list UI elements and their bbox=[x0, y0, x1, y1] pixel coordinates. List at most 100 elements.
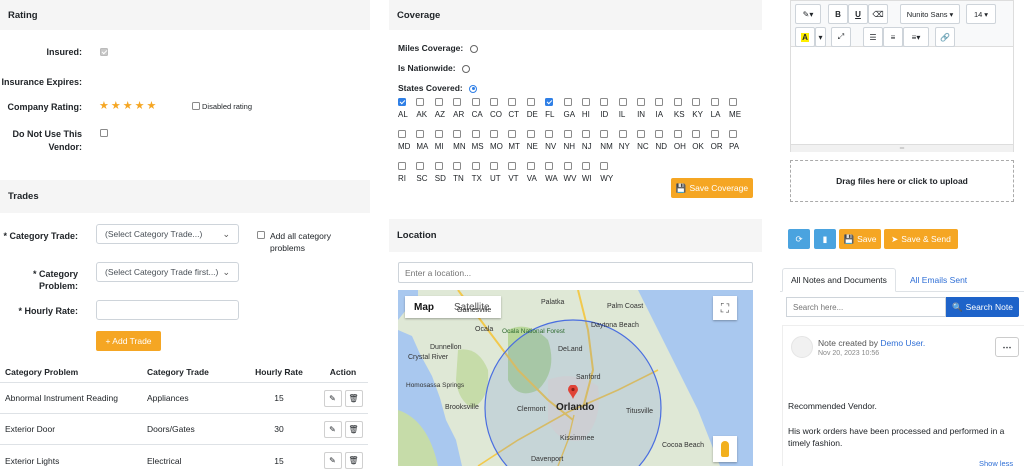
fullscreen-editor-button[interactable]: ⤢ bbox=[831, 27, 851, 47]
states-covered-radio[interactable] bbox=[469, 84, 478, 93]
state-checkbox[interactable] bbox=[398, 162, 406, 170]
tab-all-notes[interactable]: All Notes and Documents bbox=[782, 268, 896, 292]
delete-button[interactable]: 🗑 bbox=[344, 389, 363, 407]
state-checkbox[interactable] bbox=[600, 98, 609, 106]
state-checkbox[interactable] bbox=[563, 130, 572, 138]
state-checkbox[interactable] bbox=[416, 162, 425, 170]
link-button[interactable]: 🔗 bbox=[935, 27, 955, 47]
state-checkbox[interactable] bbox=[526, 130, 535, 138]
star-icon[interactable]: ★ bbox=[135, 99, 145, 112]
state-checkbox[interactable] bbox=[563, 162, 572, 170]
miles-coverage-radio[interactable] bbox=[469, 44, 478, 53]
underline-button[interactable]: U bbox=[848, 4, 868, 24]
text-color-button[interactable]: A bbox=[795, 27, 815, 47]
state-checkbox[interactable] bbox=[526, 98, 535, 106]
location-input[interactable] bbox=[398, 262, 753, 283]
state-checkbox[interactable] bbox=[508, 98, 517, 106]
state-checkbox[interactable] bbox=[581, 162, 590, 170]
show-less-link[interactable]: Show less bbox=[979, 459, 1013, 468]
add-trade-button[interactable]: + Add Trade bbox=[96, 331, 161, 351]
save-coverage-button[interactable]: 💾 Save Coverage bbox=[671, 178, 753, 198]
state-checkbox[interactable] bbox=[526, 162, 535, 170]
text-color-dropdown[interactable]: ▾ bbox=[815, 27, 826, 47]
state-checkbox[interactable] bbox=[692, 98, 701, 106]
state-checkbox[interactable] bbox=[673, 130, 682, 138]
star-icon[interactable]: ★ bbox=[123, 99, 133, 112]
state-checkbox[interactable] bbox=[416, 130, 425, 138]
map-tab[interactable]: Map bbox=[405, 296, 443, 318]
bullet-list-button[interactable]: ☰ bbox=[863, 27, 883, 47]
category-trade-select[interactable]: (Select Category Trade...) ⌄ bbox=[96, 224, 239, 244]
map-marker-icon[interactable] bbox=[568, 384, 578, 399]
font-size-select[interactable]: 14 ▾ bbox=[966, 4, 996, 24]
state-checkbox[interactable] bbox=[434, 130, 443, 138]
state-checkbox[interactable] bbox=[434, 162, 443, 170]
street-view-button[interactable] bbox=[713, 436, 737, 462]
edit-button[interactable]: ✎ bbox=[323, 389, 342, 407]
do-not-use-checkbox[interactable] bbox=[100, 129, 108, 137]
tab-all-emails[interactable]: All Emails Sent bbox=[910, 268, 967, 292]
state-checkbox[interactable] bbox=[545, 162, 554, 170]
state-checkbox[interactable] bbox=[416, 98, 425, 106]
state-checkbox[interactable] bbox=[600, 130, 609, 138]
state-checkbox[interactable] bbox=[545, 130, 554, 138]
save-button[interactable]: 💾 Save bbox=[839, 229, 881, 249]
file-drop-zone[interactable]: Drag files here or click to upload bbox=[790, 160, 1014, 202]
state-checkbox[interactable] bbox=[637, 130, 646, 138]
magic-format-button[interactable]: ✎▾ bbox=[795, 4, 821, 24]
state-checkbox[interactable] bbox=[434, 98, 443, 106]
star-icon[interactable]: ★ bbox=[111, 99, 121, 112]
state-checkbox[interactable] bbox=[600, 162, 609, 170]
state-checkbox[interactable] bbox=[710, 98, 719, 106]
insured-checkbox[interactable] bbox=[100, 48, 108, 56]
note-author-link[interactable]: Demo User. bbox=[880, 338, 925, 348]
state-checkbox[interactable] bbox=[471, 130, 480, 138]
state-checkbox[interactable] bbox=[508, 162, 517, 170]
edit-button[interactable]: ✎ bbox=[323, 420, 342, 438]
category-problem-select[interactable]: (Select Category Trade first...) ⌄ bbox=[96, 262, 239, 282]
state-checkbox[interactable] bbox=[398, 130, 406, 138]
state-checkbox[interactable] bbox=[453, 162, 462, 170]
state-checkbox[interactable] bbox=[545, 98, 554, 106]
state-checkbox[interactable] bbox=[618, 98, 627, 106]
nationwide-radio[interactable] bbox=[462, 64, 470, 73]
notes-search-input[interactable] bbox=[786, 297, 946, 317]
disabled-rating-checkbox[interactable] bbox=[192, 102, 200, 110]
hourly-rate-input[interactable] bbox=[96, 300, 239, 320]
star-rating[interactable]: ★ ★ ★ ★ ★ bbox=[99, 99, 156, 112]
state-checkbox[interactable] bbox=[581, 130, 590, 138]
state-checkbox[interactable] bbox=[489, 130, 498, 138]
state-checkbox[interactable] bbox=[692, 130, 701, 138]
state-checkbox[interactable] bbox=[729, 130, 738, 138]
delete-button[interactable]: 🗑 bbox=[344, 452, 363, 469]
refresh-button[interactable]: ⟳ bbox=[788, 229, 810, 249]
map-view[interactable]: Map Satellite ⛶ Gainesville Palatka Ocal… bbox=[398, 290, 753, 466]
state-checkbox[interactable] bbox=[453, 98, 462, 106]
state-checkbox[interactable] bbox=[637, 98, 646, 106]
search-note-button[interactable]: 🔍 Search Note bbox=[946, 297, 1019, 317]
fullscreen-button[interactable]: ⛶ bbox=[713, 296, 737, 320]
state-checkbox[interactable] bbox=[471, 162, 480, 170]
state-checkbox[interactable] bbox=[489, 98, 498, 106]
state-checkbox[interactable] bbox=[471, 98, 480, 106]
state-checkbox[interactable] bbox=[655, 98, 664, 106]
eraser-button[interactable]: ⌫ bbox=[868, 4, 888, 24]
star-icon[interactable]: ★ bbox=[99, 99, 109, 112]
state-checkbox[interactable] bbox=[655, 130, 664, 138]
note-menu-button[interactable]: ⋯ bbox=[995, 337, 1019, 357]
state-checkbox[interactable] bbox=[398, 98, 406, 106]
delete-button[interactable]: 🗑 bbox=[344, 420, 363, 438]
editor-body[interactable] bbox=[791, 48, 1013, 144]
state-checkbox[interactable] bbox=[729, 98, 738, 106]
state-checkbox[interactable] bbox=[508, 130, 517, 138]
align-button[interactable]: ≡▾ bbox=[903, 27, 929, 47]
state-checkbox[interactable] bbox=[618, 130, 627, 138]
state-checkbox[interactable] bbox=[453, 130, 462, 138]
state-checkbox[interactable] bbox=[489, 162, 498, 170]
bold-button[interactable]: B bbox=[828, 4, 848, 24]
editor-resize-handle[interactable]: ═ bbox=[791, 144, 1013, 152]
font-family-select[interactable]: Nunito Sans ▾ bbox=[900, 4, 960, 24]
state-checkbox[interactable] bbox=[673, 98, 682, 106]
numbered-list-button[interactable]: ≡ bbox=[883, 27, 903, 47]
bookmark-button[interactable]: ▮ bbox=[814, 229, 836, 249]
